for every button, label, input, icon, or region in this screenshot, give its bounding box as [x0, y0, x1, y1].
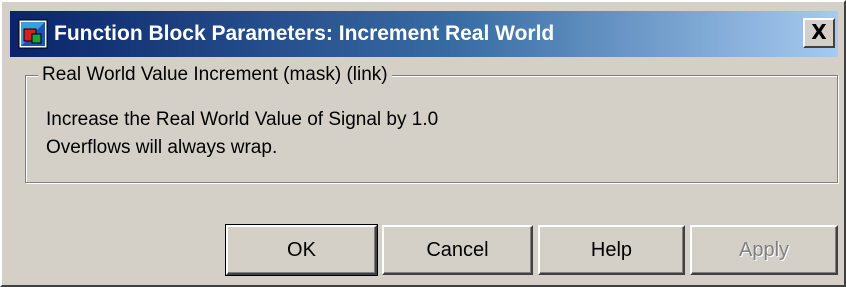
dialog-window: Function Block Parameters: Increment Rea… — [0, 0, 846, 287]
description-line: Increase the Real World Value of Signal … — [46, 109, 439, 130]
description-groupbox: Real World Value Increment (mask) (link)… — [25, 62, 838, 183]
simulink-block-icon — [18, 19, 48, 49]
dialog-title: Function Block Parameters: Increment Rea… — [54, 22, 555, 45]
help-button[interactable]: Help — [538, 225, 685, 275]
title-bar[interactable]: Function Block Parameters: Increment Rea… — [10, 11, 838, 57]
close-button[interactable]: X — [803, 18, 835, 48]
cancel-button[interactable]: Cancel — [382, 225, 533, 275]
apply-button[interactable]: Apply — [690, 225, 838, 275]
groupbox-legend: Real World Value Increment (mask) (link) — [38, 62, 392, 88]
ok-button[interactable]: OK — [225, 224, 378, 276]
description-line: Overflows will always wrap. — [46, 137, 278, 158]
